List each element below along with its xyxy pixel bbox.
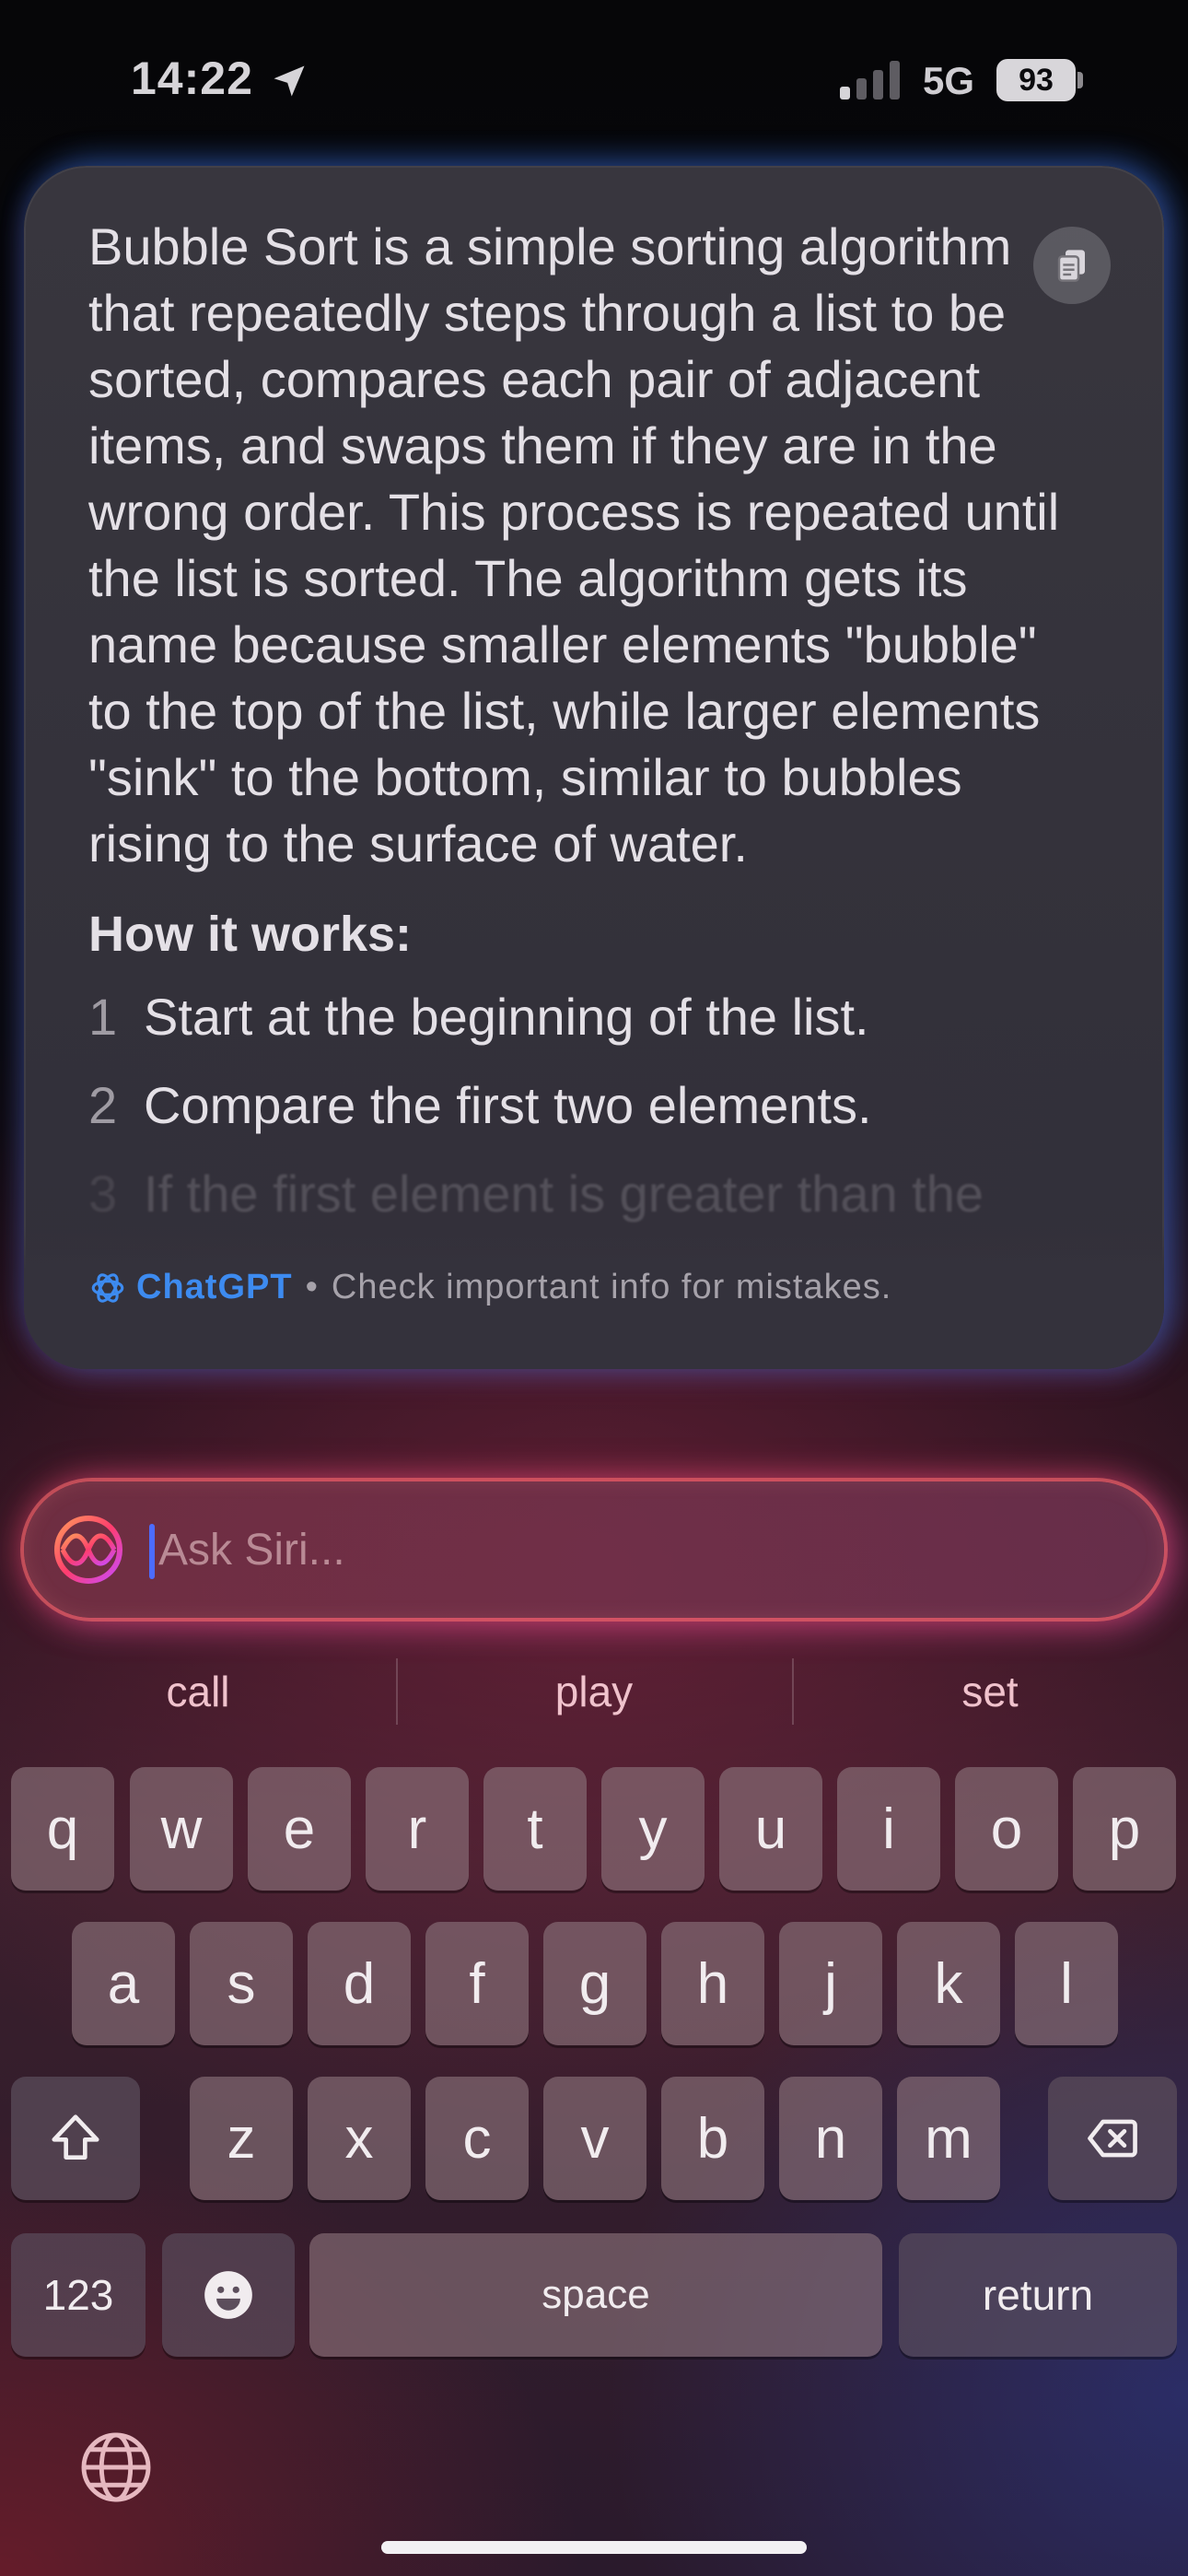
list-item: 2 Compare the first two elements.	[88, 1072, 1111, 1139]
siri-icon[interactable]	[52, 1513, 125, 1587]
source-disclaimer: ChatGPT • Check important info for mista…	[88, 1268, 891, 1307]
battery-nub	[1077, 72, 1083, 88]
shift-arrow-icon	[52, 2114, 99, 2160]
key-p[interactable]: p	[1073, 1767, 1176, 1891]
key-n[interactable]: n	[779, 2077, 882, 2200]
key-v[interactable]: v	[543, 2077, 646, 2200]
step-number: 1	[88, 988, 118, 1046]
key-j[interactable]: j	[779, 1922, 882, 2045]
key-i[interactable]: i	[837, 1767, 940, 1891]
siri-input-bar[interactable]	[24, 1481, 1164, 1618]
key-s[interactable]: s	[190, 1922, 293, 2045]
key-t[interactable]: t	[483, 1767, 587, 1891]
step-text: Compare the first two elements.	[144, 1076, 872, 1134]
key-h[interactable]: h	[661, 1922, 764, 2045]
step-text: Start at the beginning of the list.	[144, 988, 869, 1046]
space-key[interactable]: space	[309, 2233, 882, 2357]
list-item: 1 Start at the beginning of the list.	[88, 984, 1111, 1050]
globe-icon[interactable]	[77, 2429, 155, 2506]
suggestion-item[interactable]: play	[396, 1655, 792, 1728]
emoji-key[interactable]	[162, 2233, 295, 2357]
list-item: 3 If the first element is greater than t…	[88, 1161, 1111, 1227]
response-body: Bubble Sort is a simple sorting algorith…	[88, 214, 1111, 1249]
key-m[interactable]: m	[897, 2077, 1000, 2200]
key-d[interactable]: d	[308, 1922, 411, 2045]
battery-icon: 93	[996, 59, 1076, 101]
cellular-signal-icon	[840, 61, 900, 100]
home-indicator[interactable]	[381, 2541, 807, 2554]
disclaimer-text: Check important info for mistakes.	[331, 1268, 892, 1306]
key-c[interactable]: c	[425, 2077, 529, 2200]
status-time: 14:22	[131, 53, 253, 104]
key-g[interactable]: g	[543, 1922, 646, 2045]
response-paragraph: Bubble Sort is a simple sorting algorith…	[88, 217, 1060, 872]
return-key[interactable]: return	[899, 2233, 1177, 2357]
key-a[interactable]: a	[72, 1922, 175, 2045]
backspace-icon	[1088, 2119, 1137, 2158]
separator: •	[305, 1268, 319, 1306]
key-y[interactable]: y	[601, 1767, 705, 1891]
numbers-key[interactable]: 123	[11, 2233, 146, 2357]
key-r[interactable]: r	[366, 1767, 469, 1891]
key-u[interactable]: u	[719, 1767, 822, 1891]
suggestion-item[interactable]: set	[792, 1655, 1188, 1728]
emoji-icon	[204, 2271, 252, 2319]
network-type: 5G	[923, 59, 975, 102]
suggestion-item[interactable]: call	[0, 1655, 396, 1728]
key-o[interactable]: o	[955, 1767, 1058, 1891]
step-number: 2	[88, 1076, 118, 1134]
key-l[interactable]: l	[1015, 1922, 1118, 2045]
step-text: If the first element is greater than the	[144, 1165, 984, 1223]
status-bar: 14:22 5G 93	[0, 0, 1188, 157]
shift-key[interactable]	[11, 2077, 140, 2200]
key-z[interactable]: z	[190, 2077, 293, 2200]
section-heading: How it works:	[88, 907, 413, 962]
location-arrow-icon	[274, 65, 305, 97]
predictive-suggestions: call play set	[0, 1655, 1188, 1728]
key-e[interactable]: e	[248, 1767, 351, 1891]
siri-input[interactable]	[153, 1509, 1131, 1590]
key-x[interactable]: x	[308, 2077, 411, 2200]
source-label[interactable]: ChatGPT	[136, 1268, 293, 1307]
key-b[interactable]: b	[661, 2077, 764, 2200]
battery-level: 93	[1019, 62, 1054, 98]
key-q[interactable]: q	[11, 1767, 114, 1891]
key-k[interactable]: k	[897, 1922, 1000, 2045]
delete-key[interactable]	[1048, 2077, 1177, 2200]
key-f[interactable]: f	[425, 1922, 529, 2045]
chatgpt-logo-icon	[91, 1272, 124, 1303]
step-number: 3	[88, 1165, 118, 1223]
response-card[interactable]: Bubble Sort is a simple sorting algorith…	[24, 166, 1164, 1369]
key-w[interactable]: w	[130, 1767, 233, 1891]
steps-list: 1 Start at the beginning of the list. 2 …	[88, 984, 1111, 1227]
